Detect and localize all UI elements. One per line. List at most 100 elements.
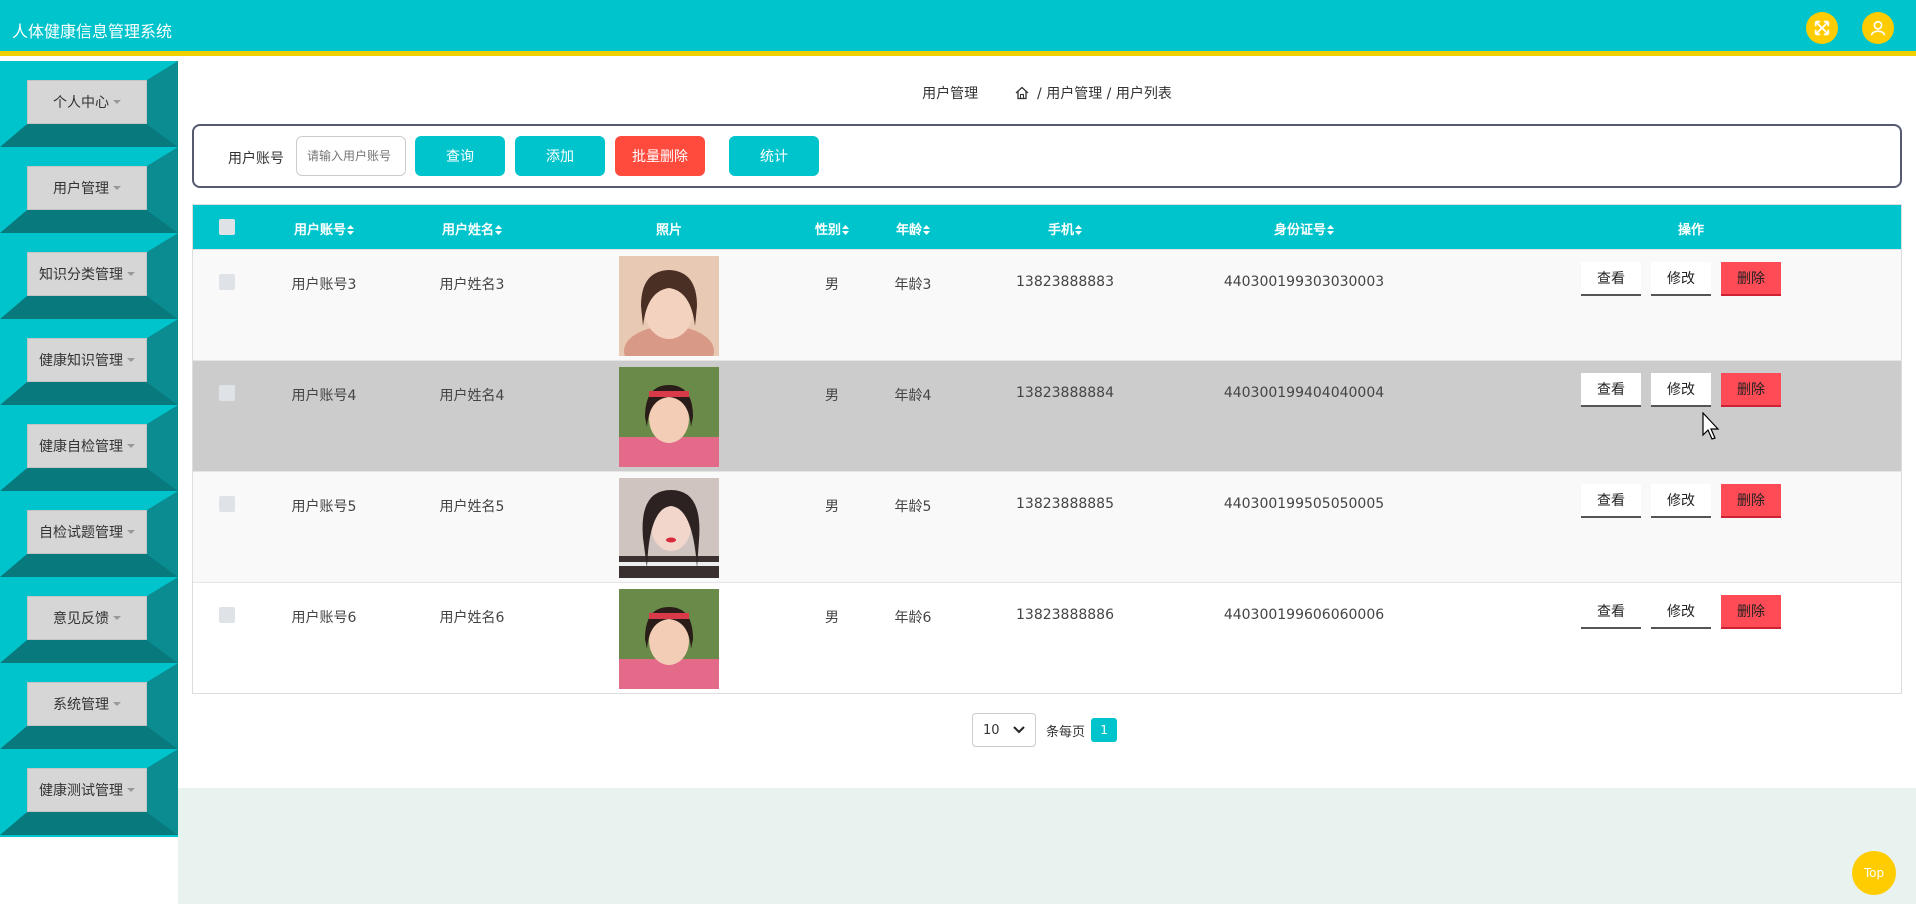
- sidebar-item[interactable]: 自检试题管理: [0, 491, 178, 577]
- cell-gender: 男: [825, 610, 839, 626]
- cell-age: 年龄4: [894, 388, 932, 404]
- caret-down-icon: [127, 530, 135, 534]
- edit-button[interactable]: 修改: [1651, 595, 1711, 629]
- batch-delete-button[interactable]: 批量删除: [615, 136, 705, 176]
- pagination: 10 条每页 1: [972, 713, 1118, 747]
- fullscreen-icon: [1814, 20, 1830, 36]
- sidebar-item[interactable]: 系统管理: [0, 663, 178, 749]
- delete-button[interactable]: 删除: [1721, 373, 1781, 407]
- chevron-down-icon: [1013, 726, 1025, 734]
- sidebar-item[interactable]: 健康知识管理: [0, 319, 178, 405]
- app-title: 人体健康信息管理系统: [12, 22, 173, 41]
- table-row: 用户账号5 用户姓名5 男 年龄5 13823888885 440300199505050…: [193, 471, 1901, 582]
- row-checkbox[interactable]: [219, 385, 235, 401]
- sidebar-item-label[interactable]: 自检试题管理: [27, 510, 147, 554]
- sidebar-item-label[interactable]: 用户管理: [27, 166, 147, 210]
- query-button[interactable]: 查询: [415, 136, 505, 176]
- add-button[interactable]: 添加: [515, 136, 605, 176]
- mouse-cursor-icon: [1702, 412, 1720, 440]
- search-panel: 用户账号 查询 添加 批量删除 统计: [192, 124, 1902, 188]
- sidebar-item-label[interactable]: 意见反馈: [27, 596, 147, 640]
- cell-phone: 13823888886: [1016, 607, 1114, 623]
- content-panel: 用户管理 / 用户管理 / 用户列表 用户账号 查询 添加 批量删除 统计 用户…: [178, 61, 1916, 788]
- page-size-select[interactable]: 10: [972, 713, 1036, 747]
- page-title: 用户管理: [922, 86, 979, 102]
- fullscreen-button[interactable]: [1806, 12, 1838, 44]
- breadcrumb: 用户管理 / 用户管理 / 用户列表: [178, 83, 1916, 104]
- breadcrumb-path[interactable]: / 用户管理 / 用户列表: [1037, 86, 1172, 102]
- delete-button[interactable]: 删除: [1721, 484, 1781, 518]
- sidebar-item-label[interactable]: 健康测试管理: [27, 768, 147, 812]
- cell-account: 用户账号3: [291, 277, 357, 293]
- sort-icon: [495, 224, 502, 239]
- sidebar-item-label[interactable]: 个人中心: [27, 80, 147, 124]
- main-area: 用户管理 / 用户管理 / 用户列表 用户账号 查询 添加 批量删除 统计 用户…: [178, 61, 1916, 904]
- row-checkbox[interactable]: [219, 274, 235, 290]
- header-id-card[interactable]: 身份证号: [1254, 219, 1354, 239]
- account-search-input[interactable]: [296, 136, 406, 176]
- sidebar-item[interactable]: 知识分类管理: [0, 233, 178, 319]
- per-page-label: 条每页: [1046, 724, 1086, 740]
- account-label: 用户账号: [228, 151, 284, 167]
- sidebar-item-label[interactable]: 系统管理: [27, 682, 147, 726]
- sort-icon: [1327, 224, 1334, 239]
- user-photo: [619, 256, 719, 356]
- view-button[interactable]: 查看: [1581, 595, 1641, 629]
- sidebar-item[interactable]: 健康测试管理: [0, 749, 178, 835]
- row-checkbox[interactable]: [219, 496, 235, 512]
- view-button[interactable]: 查看: [1581, 262, 1641, 296]
- view-button[interactable]: 查看: [1581, 484, 1641, 518]
- sidebar-item-label[interactable]: 健康自检管理: [27, 424, 147, 468]
- user-menu-button[interactable]: [1862, 12, 1894, 44]
- header-photo: 照片: [655, 223, 682, 238]
- delete-button[interactable]: 删除: [1721, 595, 1781, 629]
- sidebar-item[interactable]: 个人中心: [0, 61, 178, 147]
- cell-id-card: 440300199404040004: [1223, 385, 1385, 401]
- delete-button[interactable]: 删除: [1721, 262, 1781, 296]
- cell-id-card: 440300199303030003: [1223, 274, 1385, 290]
- sidebar-item[interactable]: 健康自检管理: [0, 405, 178, 491]
- cell-account: 用户账号5: [291, 499, 357, 515]
- user-photo: [619, 589, 719, 689]
- page-number-current[interactable]: 1: [1091, 718, 1118, 742]
- header-age[interactable]: 年龄: [883, 219, 943, 239]
- cell-gender: 男: [825, 277, 839, 293]
- row-checkbox[interactable]: [219, 607, 235, 623]
- cell-account: 用户账号4: [291, 388, 357, 404]
- cell-id-card: 440300199505050005: [1223, 496, 1385, 512]
- cell-name: 用户姓名6: [439, 610, 505, 626]
- select-all-checkbox[interactable]: [219, 219, 235, 235]
- sidebar-item[interactable]: 意见反馈: [0, 577, 178, 663]
- view-button[interactable]: 查看: [1581, 373, 1641, 407]
- cell-name: 用户姓名3: [439, 277, 505, 293]
- home-icon[interactable]: [1015, 86, 1029, 104]
- cell-name: 用户姓名4: [439, 388, 505, 404]
- edit-button[interactable]: 修改: [1651, 262, 1711, 296]
- header-account[interactable]: 用户账号: [284, 219, 364, 239]
- caret-down-icon: [113, 100, 121, 104]
- cell-phone: 13823888883: [1016, 274, 1114, 290]
- header-name[interactable]: 用户姓名: [432, 219, 512, 239]
- sort-icon: [923, 224, 930, 239]
- table-row: 用户账号3 用户姓名3 男 年龄3 13823888883 440300199303030…: [193, 249, 1901, 360]
- table-row: 用户账号6 用户姓名6 男 年龄6 13823888886 440300199606060…: [193, 582, 1901, 693]
- cell-age: 年龄3: [894, 277, 932, 293]
- cell-name: 用户姓名5: [439, 499, 505, 515]
- caret-down-icon: [113, 702, 121, 706]
- cell-age: 年龄6: [894, 610, 932, 626]
- header-gender[interactable]: 性别: [802, 219, 862, 239]
- sidebar-item-label[interactable]: 知识分类管理: [27, 252, 147, 296]
- edit-button[interactable]: 修改: [1651, 484, 1711, 518]
- sort-icon: [1075, 224, 1082, 239]
- cell-gender: 男: [825, 499, 839, 515]
- header-phone[interactable]: 手机: [1025, 219, 1105, 239]
- edit-button[interactable]: 修改: [1651, 373, 1711, 407]
- table-row: 用户账号4 用户姓名4 男 年龄4 13823888884 440300199404040…: [193, 360, 1901, 471]
- statistics-button[interactable]: 统计: [729, 136, 819, 176]
- caret-down-icon: [113, 616, 121, 620]
- back-to-top-button[interactable]: Top: [1852, 851, 1896, 895]
- sidebar-item-label[interactable]: 健康知识管理: [27, 338, 147, 382]
- top-bar: 人体健康信息管理系统: [0, 0, 1916, 56]
- sidebar-item[interactable]: 用户管理: [0, 147, 178, 233]
- cell-phone: 13823888885: [1016, 496, 1114, 512]
